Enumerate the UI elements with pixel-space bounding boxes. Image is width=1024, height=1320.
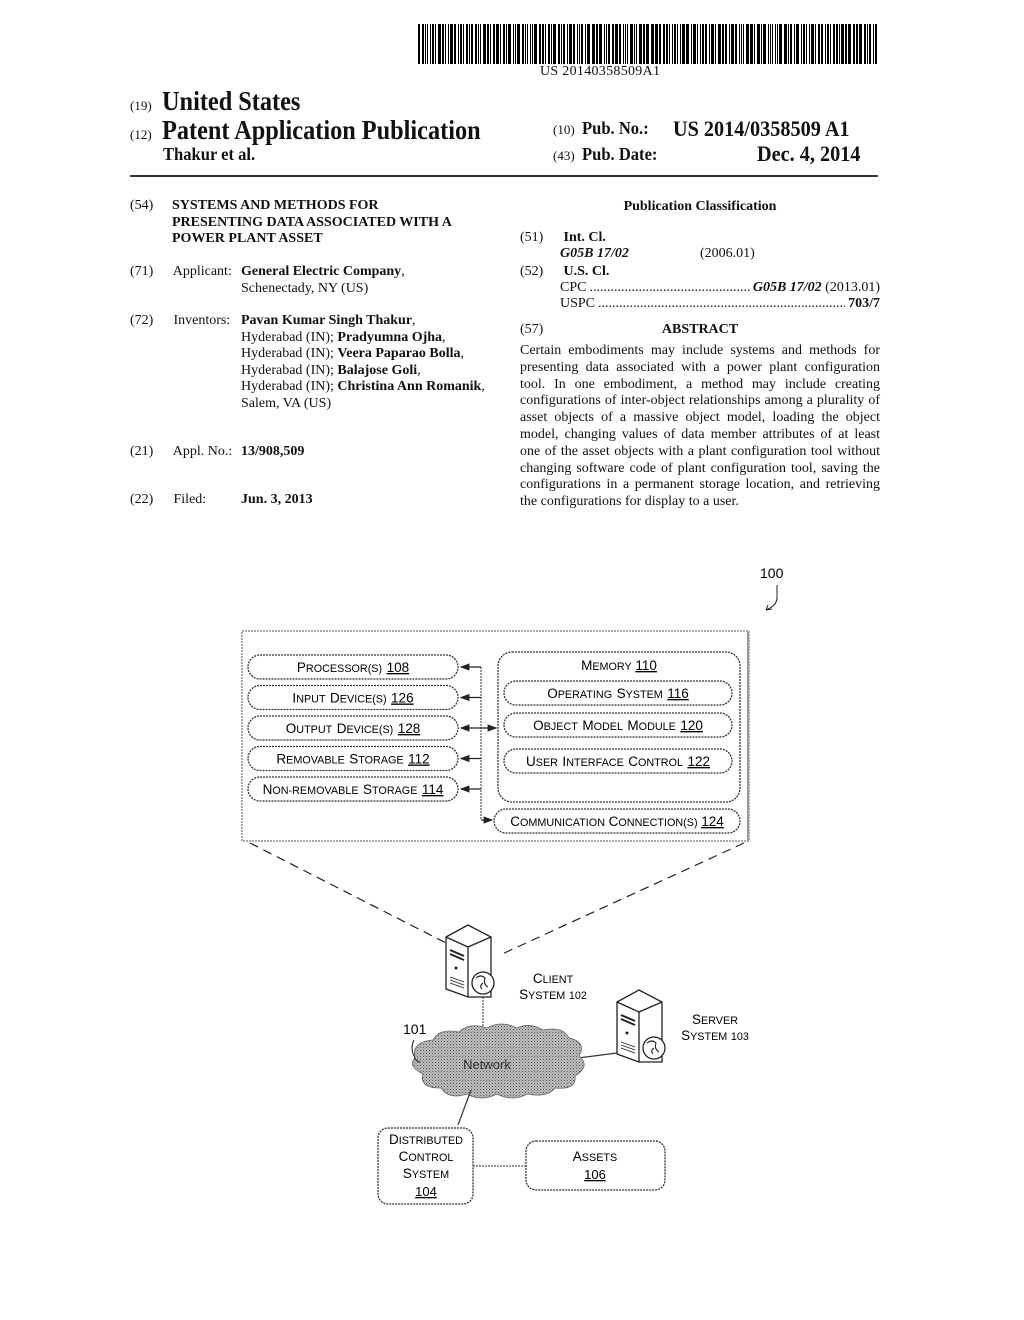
dcs-label: DISTRIBUTED (389, 1132, 463, 1147)
network-server-link (577, 1052, 618, 1059)
figure-diagram: 100 PROCESSOR(S) 108INPUT DEVICE(S) 126O… (241, 565, 784, 1205)
client-system-label: SYSTEM 102 (519, 987, 587, 1002)
network-label: Network (463, 1057, 511, 1072)
server-computer-icon (616, 989, 666, 1063)
assets-ref: 106 (584, 1167, 606, 1182)
network-ref: 101 (403, 1021, 427, 1037)
server-system-label: SERVER (692, 1012, 738, 1027)
memory-title: MEMORY 110 (581, 658, 657, 673)
dcs-ref: 104 (415, 1184, 437, 1199)
communication-connection-label: COMMUNICATION CONNECTION(S) 124 (510, 814, 724, 829)
figure-ref-100: 100 (760, 565, 784, 581)
assets-box (525, 1140, 666, 1191)
client-system-label: CLIENT (533, 971, 574, 986)
zoom-line-left (249, 842, 451, 946)
zoom-line-right (499, 842, 745, 956)
client-computer-icon (445, 924, 495, 998)
assets-label: ASSETS (573, 1149, 617, 1164)
server-system-label: SYSTEM 103 (681, 1028, 749, 1043)
dcs-label: SYSTEM (403, 1166, 449, 1181)
dcs-label: CONTROL (399, 1149, 454, 1164)
